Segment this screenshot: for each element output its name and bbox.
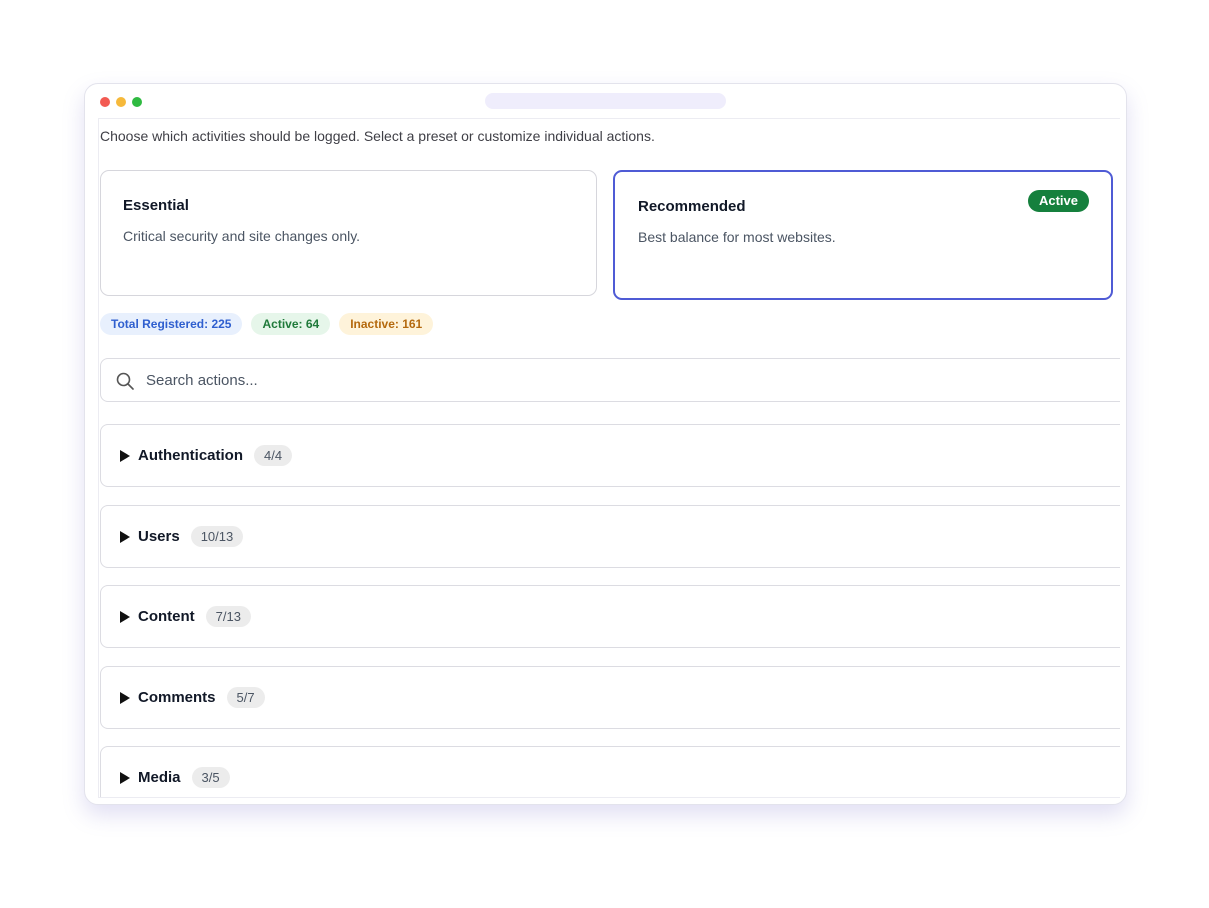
group-name: Users [138, 528, 180, 545]
caret-right-icon [120, 449, 130, 462]
group-media[interactable]: Media 3/5 [100, 746, 1120, 797]
group-name: Content [138, 608, 195, 625]
stat-active: Active: 64 [251, 313, 331, 335]
preset-description: Best balance for most websites. [638, 229, 836, 245]
group-authentication[interactable]: Authentication 4/4 [100, 424, 1120, 487]
group-comments[interactable]: Comments 5/7 [100, 666, 1120, 729]
active-badge: Active [1027, 190, 1089, 212]
group-content[interactable]: Content 7/13 [100, 585, 1120, 648]
preset-title: Essential [123, 197, 189, 214]
address-bar[interactable] [485, 93, 726, 109]
search-icon [116, 372, 134, 390]
group-name: Authentication [138, 447, 243, 464]
page-viewport: Choose which activities should be logged… [98, 118, 1120, 798]
preset-description: Critical security and site changes only. [123, 228, 361, 244]
group-users[interactable]: Users 10/13 [100, 505, 1120, 568]
preset-title: Recommended [638, 198, 746, 215]
group-count-badge: 7/13 [205, 606, 251, 627]
group-count-badge: 5/7 [226, 687, 265, 708]
minimize-window-button[interactable] [116, 97, 126, 107]
group-name: Media [138, 769, 181, 786]
caret-right-icon [120, 691, 130, 704]
preset-card-recommended[interactable]: Recommended Best balance for most websit… [613, 170, 1113, 300]
group-count-badge: 3/5 [191, 767, 230, 788]
preset-card-essential[interactable]: Essential Critical security and site cha… [100, 170, 597, 296]
caret-right-icon [120, 771, 130, 784]
stat-total-registered: Total Registered: 225 [100, 313, 243, 335]
stats-row: Total Registered: 225 Active: 64 Inactiv… [100, 313, 434, 335]
group-count-badge: 4/4 [254, 445, 293, 466]
caret-right-icon [120, 530, 130, 543]
intro-text: Choose which activities should be logged… [100, 128, 655, 144]
maximize-window-button[interactable] [132, 97, 142, 107]
search-input[interactable] [146, 369, 746, 391]
group-count-badge: 10/13 [190, 526, 244, 547]
caret-right-icon [120, 610, 130, 623]
group-name: Comments [138, 689, 216, 706]
browser-window: Choose which activities should be logged… [84, 83, 1127, 805]
close-window-button[interactable] [100, 97, 110, 107]
search-box[interactable] [100, 358, 1120, 402]
stat-inactive: Inactive: 161 [339, 313, 434, 335]
window-titlebar [85, 84, 1126, 118]
